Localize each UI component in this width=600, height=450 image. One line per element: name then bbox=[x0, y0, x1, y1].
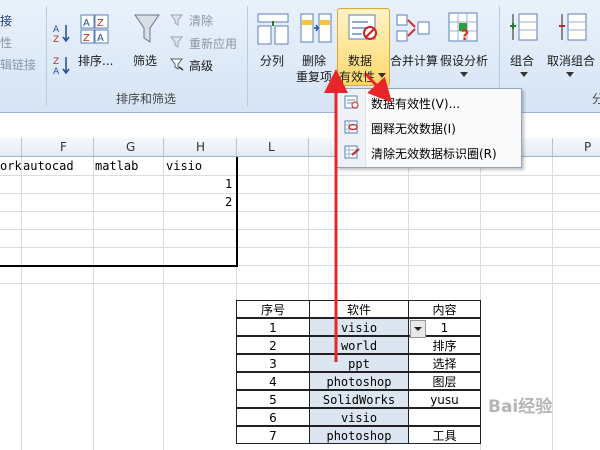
table-cell-number[interactable]: 5 bbox=[236, 390, 310, 408]
menu-item-circle-invalid[interactable]: 圈释无效数据(I) bbox=[337, 116, 521, 140]
cell-e1[interactable]: ork bbox=[0, 159, 22, 173]
upper-data-region bbox=[0, 157, 238, 267]
table-cell-software[interactable]: SolidWorks bbox=[309, 390, 409, 408]
table-cell-software[interactable]: photoshop bbox=[309, 372, 409, 390]
remove-duplicates-label-2[interactable]: 重复项 bbox=[296, 68, 332, 85]
group-separator bbox=[46, 6, 47, 106]
data-validation-label-2: 有效性 bbox=[339, 70, 376, 84]
split-button-label[interactable]: 分列 bbox=[260, 52, 284, 69]
data-validation-button[interactable]: 数据 有效性 bbox=[337, 8, 390, 86]
clear-filter-icon[interactable] bbox=[170, 13, 184, 27]
sort-ascending-icon[interactable]: A Z bbox=[52, 22, 72, 44]
advanced-button-label[interactable]: 高级 bbox=[189, 57, 213, 74]
svg-text:Z: Z bbox=[97, 18, 104, 29]
baidu-watermark: Bai经验 bbox=[488, 397, 553, 417]
cell-h3[interactable]: 2 bbox=[225, 195, 232, 209]
ungroup-icon[interactable] bbox=[558, 12, 588, 44]
properties-partial[interactable]: 性 bbox=[0, 34, 12, 51]
menu-item-clear-circles[interactable]: 清除无效数据标识圈(R) bbox=[337, 141, 521, 165]
remove-duplicates-label-1[interactable]: 删除 bbox=[302, 52, 326, 69]
chevron-down-icon[interactable] bbox=[566, 72, 574, 78]
data-validation-label-1: 数据 bbox=[348, 54, 373, 68]
column-header-f[interactable]: F bbox=[60, 140, 67, 154]
data-validation-small-icon bbox=[344, 95, 359, 109]
circle-invalid-data-icon bbox=[344, 120, 358, 134]
column-header-p[interactable]: P bbox=[584, 140, 591, 154]
table-cell-number[interactable]: 4 bbox=[236, 372, 310, 390]
cell-h1[interactable]: visio bbox=[166, 159, 202, 173]
filter-funnel-icon[interactable] bbox=[133, 12, 161, 46]
ungroup-button-label[interactable]: 取消组合 bbox=[547, 52, 595, 69]
clear-button-label[interactable]: 清除 bbox=[189, 12, 213, 29]
table-cell-content[interactable] bbox=[408, 408, 481, 426]
table-cell-software[interactable]: ppt bbox=[309, 354, 409, 372]
svg-text:Z: Z bbox=[53, 35, 59, 44]
table-cell-number[interactable]: 3 bbox=[236, 354, 310, 372]
chevron-down-icon bbox=[378, 73, 386, 78]
text-to-columns-icon[interactable] bbox=[257, 12, 289, 46]
group-icon[interactable] bbox=[509, 12, 539, 44]
menu-item-data-validation[interactable]: 数据有效性(V)... bbox=[337, 91, 521, 115]
sort-filter-group-label: 排序和筛选 bbox=[116, 92, 177, 106]
sort-descending-icon[interactable]: Z A bbox=[52, 54, 72, 76]
table-cell-content[interactable]: 工具 bbox=[408, 426, 481, 444]
table-cell-content[interactable]: 图层 bbox=[408, 372, 481, 390]
svg-text:Z: Z bbox=[83, 33, 90, 44]
data-validation-icon bbox=[348, 14, 377, 40]
column-header-g[interactable]: G bbox=[126, 140, 135, 154]
chevron-down-icon[interactable] bbox=[460, 72, 468, 78]
validation-dropdown-button[interactable] bbox=[410, 320, 426, 338]
table-cell-number[interactable]: 2 bbox=[236, 336, 310, 354]
what-if-analysis-icon[interactable]: ? bbox=[448, 12, 480, 46]
cell-f1[interactable]: autocad bbox=[23, 159, 74, 173]
remove-duplicates-icon[interactable] bbox=[300, 12, 332, 46]
consolidate-icon[interactable] bbox=[396, 12, 430, 46]
data-validation-menu: 数据有效性(V)... 圈释无效数据(I) 清除无效数据标识圈(R) bbox=[336, 88, 522, 168]
chevron-down-icon[interactable] bbox=[520, 72, 528, 78]
what-if-button-label[interactable]: 假设分析 bbox=[440, 52, 488, 69]
svg-text:?: ? bbox=[461, 28, 469, 44]
table-cell-number[interactable]: 6 bbox=[236, 408, 310, 426]
table-cell-software[interactable]: world bbox=[309, 336, 409, 354]
group-button-label[interactable]: 组合 bbox=[510, 52, 534, 69]
column-header-h[interactable]: H bbox=[196, 140, 205, 154]
table-header[interactable]: 序号 bbox=[236, 300, 310, 318]
table-cell-number[interactable]: 7 bbox=[236, 426, 310, 444]
table-cell-software[interactable]: visio bbox=[309, 318, 409, 336]
advanced-filter-icon[interactable] bbox=[170, 57, 184, 71]
edit-links-partial[interactable]: 接 bbox=[0, 12, 12, 29]
reapply-icon[interactable] bbox=[170, 35, 184, 49]
reapply-button-label[interactable]: 重新应用 bbox=[189, 35, 237, 52]
svg-text:A: A bbox=[53, 67, 60, 76]
table-cell-content[interactable]: yusu bbox=[408, 390, 481, 408]
menu-item-label: 数据有效性(V)... bbox=[371, 97, 461, 111]
sort-button-label[interactable]: 排序... bbox=[78, 52, 113, 69]
sort-icon[interactable]: A Z Z A bbox=[80, 14, 110, 44]
table-cell-software[interactable]: photoshop bbox=[309, 426, 409, 444]
consolidate-button-label[interactable]: 合并计算 bbox=[390, 52, 438, 69]
table-cell-content[interactable]: 选择 bbox=[408, 354, 481, 372]
table-header[interactable]: 软件 bbox=[309, 300, 409, 318]
cell-h2[interactable]: 1 bbox=[225, 177, 232, 191]
column-header-l[interactable]: L bbox=[268, 140, 275, 154]
outline-group-label-partial: 分 bbox=[592, 92, 600, 106]
table-cell-number[interactable]: 1 bbox=[236, 318, 310, 336]
menu-item-label: 清除无效数据标识圈(R) bbox=[371, 147, 497, 161]
svg-text:A: A bbox=[83, 18, 90, 29]
svg-text:A: A bbox=[97, 33, 104, 44]
menu-item-label: 圈释无效数据(I) bbox=[371, 122, 456, 136]
table-cell-software[interactable]: visio bbox=[309, 408, 409, 426]
clear-validation-circles-icon bbox=[344, 145, 360, 159]
svg-text:Z: Z bbox=[53, 57, 59, 67]
edit-links-label[interactable]: 辑链接 bbox=[0, 56, 36, 73]
cell-g1[interactable]: matlab bbox=[95, 159, 138, 173]
svg-text:A: A bbox=[53, 25, 60, 35]
chevron-down-icon bbox=[414, 327, 422, 331]
group-separator bbox=[247, 6, 248, 106]
table-header[interactable]: 内容 bbox=[408, 300, 481, 318]
filter-button-label[interactable]: 筛选 bbox=[133, 52, 157, 69]
